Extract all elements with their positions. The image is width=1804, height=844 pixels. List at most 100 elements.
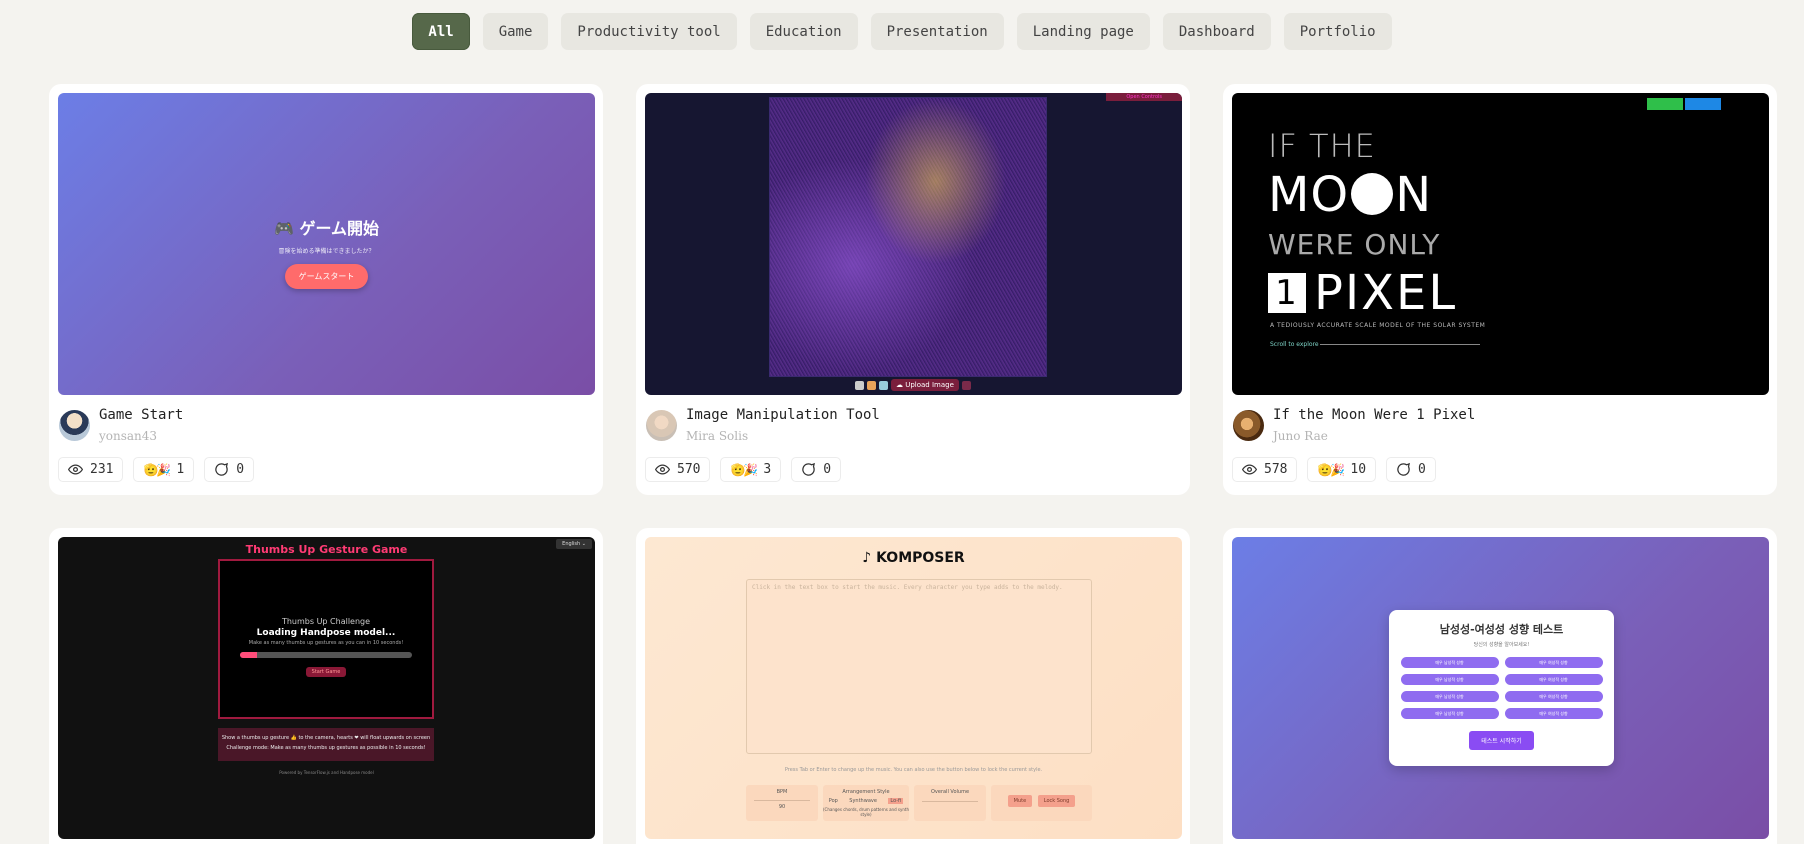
thumb-line-2: MO N <box>1268 167 1433 223</box>
filter-all[interactable]: All <box>412 13 470 50</box>
card-stats: 578 🫡🎉 10 0 <box>1232 457 1436 482</box>
views-stat: 231 <box>58 457 124 482</box>
thumb-language-select: English ⌄ <box>556 539 592 549</box>
thumb-upload-button: ☁ Upload Image <box>891 379 959 391</box>
comment-icon <box>1397 462 1411 476</box>
project-card[interactable]: 남성성-여성성 성향 테스트 당신의 성향을 알아보세요! 매우 남성적 성향 … <box>1223 528 1777 844</box>
thumb-progress-bar <box>240 652 412 658</box>
thumb-option: 매우 남성적 성향 <box>1400 674 1499 685</box>
reaction-emoji-icon: 🫡🎉 <box>1317 462 1345 477</box>
avatar[interactable] <box>1233 410 1264 441</box>
thumb-option: 매우 여성적 성향 <box>1504 691 1603 702</box>
thumb-scroll-hint: Scroll to explore <box>1270 341 1319 348</box>
thumb-buttons: Mute Lock Song <box>991 785 1092 821</box>
eye-icon <box>68 464 83 475</box>
card-meta: If the Moon Were 1 Pixel Juno Rae <box>1233 406 1475 443</box>
card-meta: Game Start yonsan43 <box>59 406 183 443</box>
reactions-stat[interactable]: 🫡🎉 1 <box>133 457 195 482</box>
comments-stat[interactable]: 0 <box>1386 457 1436 482</box>
filter-landing-page[interactable]: Landing page <box>1016 13 1150 50</box>
project-thumbnail[interactable]: 남성성-여성성 성향 테스트 당신의 성향을 알아보세요! 매우 남성적 성향 … <box>1232 537 1769 839</box>
category-filter-bar: All Game Productivity tool Education Pre… <box>0 13 1804 50</box>
thumb-text-area: Click in the text box to start the music… <box>746 579 1092 754</box>
project-thumbnail[interactable]: 🎮 ゲーム開始 冒険を始める準備はできましたか？ ゲームスタート <box>58 93 595 395</box>
thumb-subtitle: A TEDIOUSLY ACCURATE SCALE MODEL OF THE … <box>1270 322 1486 329</box>
project-card[interactable]: IF THE MO N WERE ONLY 1 PIXEL A TEDIOUSLY… <box>1223 84 1777 495</box>
project-thumbnail[interactable]: IF THE MO N WERE ONLY 1 PIXEL A TEDIOUSLY… <box>1232 93 1769 395</box>
save-icon <box>879 380 888 390</box>
card-stats: 231 🫡🎉 1 0 <box>58 457 255 482</box>
card-meta: Image Manipulation Tool Mira Solis <box>646 406 880 443</box>
project-card[interactable]: Thumbs Up Gesture Game English ⌄ Thumbs … <box>49 528 603 844</box>
thumb-bpm-control: BPM 90 <box>746 785 818 821</box>
filter-education[interactable]: Education <box>749 13 858 50</box>
card-title[interactable]: Game Start <box>99 407 183 423</box>
reaction-emoji-icon: 🫡🎉 <box>143 462 171 477</box>
project-thumbnail[interactable]: Open Controls ☁ Upload Image <box>645 93 1182 395</box>
thumb-powered-by: Powered by TensorFlow.js and Handpose mo… <box>279 770 374 775</box>
thumb-style-control: Arrangement Style Pop Synthwave Lo-fi (C… <box>823 785 909 821</box>
thumb-camera-view: Thumbs Up Challenge Loading Handpose mod… <box>218 559 434 719</box>
thumb-option: 매우 남성적 성향 <box>1400 691 1499 702</box>
card-author[interactable]: Mira Solis <box>686 429 880 443</box>
tool-icon <box>855 380 864 390</box>
filter-dashboard[interactable]: Dashboard <box>1162 13 1271 50</box>
thumb-hint: Press Tab or Enter to change up the musi… <box>784 767 1043 773</box>
views-stat: 570 <box>645 457 711 482</box>
comment-icon <box>215 462 229 476</box>
thumb-option: 매우 남성적 성향 <box>1400 657 1499 668</box>
thumb-start-button: 테스트 시작하기 <box>1469 731 1534 750</box>
thumb-line-3: WERE ONLY <box>1268 228 1441 261</box>
thumb-line-4: 1 PIXEL <box>1268 265 1457 321</box>
thumb-start-button: ゲームスタート <box>284 264 369 289</box>
thumb-heading: Thumbs Up Gesture Game <box>245 543 408 556</box>
artwork-image <box>769 97 1047 377</box>
eye-icon <box>1242 464 1257 475</box>
thumb-info-box: Show a thumbs up gesture 👍 to the camera… <box>218 728 434 761</box>
thumb-quiz-card: 남성성-여성성 성향 테스트 당신의 성향을 알아보세요! 매우 남성적 성향 … <box>1389 610 1614 766</box>
project-card[interactable]: Open Controls ☁ Upload Image Image Manip… <box>636 84 1190 495</box>
thumb-logo: ♪ KOMPOSER <box>862 550 965 566</box>
eye-icon <box>655 464 670 475</box>
reactions-stat[interactable]: 🫡🎉 3 <box>720 457 782 482</box>
moon-icon <box>1351 173 1394 215</box>
avatar[interactable] <box>59 410 90 441</box>
project-thumbnail[interactable]: ♪ KOMPOSER Click in the text box to star… <box>645 537 1182 839</box>
thumb-option: 매우 여성적 성향 <box>1504 657 1603 668</box>
thumb-badges <box>1647 98 1721 110</box>
thumb-line-1: IF THE <box>1268 127 1376 165</box>
palette-icon <box>867 380 876 390</box>
image-icon <box>961 380 971 390</box>
filter-portfolio[interactable]: Portfolio <box>1283 13 1392 50</box>
reaction-emoji-icon: 🫡🎉 <box>730 462 758 477</box>
thumb-open-controls: Open Controls <box>1106 93 1182 101</box>
comments-stat[interactable]: 0 <box>204 457 255 482</box>
thumb-volume-control: Overall Volume <box>914 785 986 821</box>
project-thumbnail[interactable]: Thumbs Up Gesture Game English ⌄ Thumbs … <box>58 537 595 839</box>
filter-presentation[interactable]: Presentation <box>870 13 1004 50</box>
thumb-start-button: Start Game <box>305 667 347 677</box>
scroll-arrow-icon <box>1320 344 1480 345</box>
card-title[interactable]: If the Moon Were 1 Pixel <box>1273 407 1475 423</box>
card-stats: 570 🫡🎉 3 0 <box>645 457 842 482</box>
support-badge <box>1647 98 1683 110</box>
card-title[interactable]: Image Manipulation Tool <box>686 407 880 423</box>
views-stat: 578 <box>1232 457 1298 482</box>
thumb-option: 매우 남성적 성향 <box>1400 708 1499 719</box>
comments-stat[interactable]: 0 <box>791 457 842 482</box>
thumb-heading: 🎮 ゲーム開始 <box>273 219 379 238</box>
card-author[interactable]: Juno Rae <box>1273 429 1475 443</box>
thumb-option: 매우 여성적 성향 <box>1504 708 1603 719</box>
thumb-option: 매우 여성적 성향 <box>1504 674 1603 685</box>
avatar[interactable] <box>646 410 677 441</box>
reactions-stat[interactable]: 🫡🎉 10 <box>1307 457 1377 482</box>
thumb-toolbar: ☁ Upload Image <box>855 379 971 391</box>
thumb-subtitle: 冒険を始める準備はできましたか？ <box>278 248 375 255</box>
filter-game[interactable]: Game <box>482 13 549 50</box>
filter-productivity-tool[interactable]: Productivity tool <box>561 13 737 50</box>
sponsor-badge <box>1685 98 1721 110</box>
project-card[interactable]: ♪ KOMPOSER Click in the text box to star… <box>636 528 1190 844</box>
comment-icon <box>802 462 816 476</box>
project-card[interactable]: 🎮 ゲーム開始 冒険を始める準備はできましたか？ ゲームスタート Game St… <box>49 84 603 495</box>
card-author[interactable]: yonsan43 <box>99 429 183 443</box>
